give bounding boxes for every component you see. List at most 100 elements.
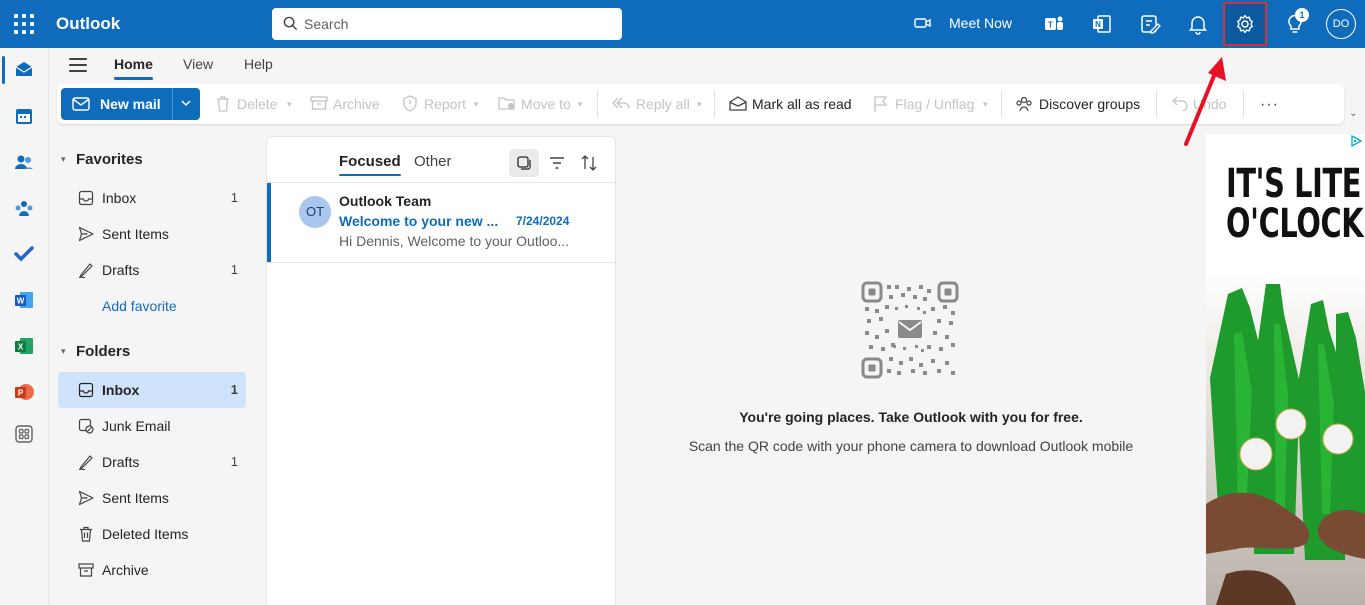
more-options-button[interactable]: ··· xyxy=(1260,96,1279,114)
folder-junk-email[interactable]: Junk Email xyxy=(58,408,246,444)
pencil-icon xyxy=(79,455,93,470)
send-icon xyxy=(78,490,94,506)
settings-button[interactable] xyxy=(1223,2,1267,46)
notification-badge: 1 xyxy=(1295,8,1309,22)
hamburger-menu-icon[interactable] xyxy=(69,58,87,72)
favorite-sent-items[interactable]: Sent Items xyxy=(58,216,246,252)
tab-view[interactable]: View xyxy=(183,56,213,72)
selected-indicator xyxy=(267,183,271,262)
unread-count: 1 xyxy=(230,382,238,397)
folder-drafts[interactable]: Drafts 1 xyxy=(58,444,246,480)
pencil-icon xyxy=(79,263,93,278)
shield-report-icon xyxy=(403,95,417,112)
message-date: 7/24/2024 xyxy=(516,214,570,228)
teams-icon[interactable]: T xyxy=(1042,12,1066,36)
favorite-inbox[interactable]: Inbox 1 xyxy=(58,180,246,216)
onenote-icon[interactable]: N xyxy=(1090,12,1114,36)
trash-icon xyxy=(217,96,229,112)
tab-other[interactable]: Other xyxy=(414,153,452,170)
trash-icon xyxy=(80,526,92,542)
sender-avatar: OT xyxy=(299,196,331,228)
move-to-label: Move to xyxy=(521,96,571,112)
inbox-icon xyxy=(78,190,94,206)
chevron-down-icon[interactable] xyxy=(179,96,193,110)
new-mail-button[interactable]: New mail xyxy=(61,88,200,120)
folders-header[interactable]: ▾ Folders xyxy=(61,343,130,360)
select-checkbox-icon xyxy=(517,156,531,170)
notification-bell-icon[interactable] xyxy=(1186,12,1210,36)
video-camera-icon xyxy=(914,18,931,28)
folder-inbox[interactable]: Inbox 1 xyxy=(58,372,246,408)
word-icon[interactable]: W xyxy=(13,289,35,311)
folder-archive[interactable]: Archive xyxy=(58,552,246,588)
sort-button[interactable] xyxy=(574,149,604,177)
select-mode-button[interactable] xyxy=(509,149,539,177)
tab-focused[interactable]: Focused xyxy=(339,153,401,176)
filter-button[interactable] xyxy=(542,149,572,177)
folder-label: Drafts xyxy=(102,454,140,470)
qr-code-image xyxy=(861,281,959,379)
search-input[interactable]: Search xyxy=(272,8,622,40)
message-subject: Welcome to your new ... xyxy=(339,213,499,229)
folder-pane: ▾ Favorites Inbox 1 Sent Items Drafts 1 A… xyxy=(49,136,256,605)
account-avatar[interactable]: DO xyxy=(1326,9,1356,39)
favorites-header[interactable]: ▾ Favorites xyxy=(61,151,143,168)
svg-text:N: N xyxy=(1095,20,1101,29)
flag-icon xyxy=(874,96,888,112)
app-launcher-icon[interactable] xyxy=(14,14,34,34)
sort-arrows-icon xyxy=(581,155,597,171)
ribbon-expand-chevron-icon[interactable]: ⌄ xyxy=(1349,108,1357,119)
reply-all-label: Reply all xyxy=(636,96,690,112)
ad-headline: IT'S LITE O'CLOCK xyxy=(1226,161,1364,247)
chevron-down-icon: ▾ xyxy=(61,346,66,356)
svg-text:W: W xyxy=(17,297,25,306)
discover-groups-label: Discover groups xyxy=(1039,96,1141,112)
ribbon-toolbar: New mail Delete ▾ Archive Report ▾ Move … xyxy=(57,84,1344,124)
people-icon[interactable] xyxy=(13,151,35,173)
archive-icon xyxy=(78,563,94,577)
folder-deleted-items[interactable]: Deleted Items xyxy=(58,516,246,552)
ribbon-tabs: Home View Help xyxy=(49,48,1365,82)
delete-label: Delete xyxy=(237,96,278,112)
todo-icon[interactable] xyxy=(13,243,35,265)
more-apps-icon[interactable] xyxy=(13,423,35,445)
folder-label: Junk Email xyxy=(102,418,171,434)
message-list: Focused Other OT Outlook Team Welcome to… xyxy=(266,136,616,605)
mail-icon[interactable] xyxy=(13,58,35,80)
svg-text:T: T xyxy=(1048,21,1053,30)
search-placeholder: Search xyxy=(304,16,349,32)
top-bar: Outlook Search Meet Now T N 1 DO xyxy=(0,0,1365,48)
folder-label: Archive xyxy=(102,562,149,578)
envelope-icon xyxy=(72,97,90,111)
annotation-arrow xyxy=(1184,57,1226,146)
message-preview: Hi Dennis, Welcome to your Outloo... xyxy=(339,233,570,249)
todo-edit-icon[interactable] xyxy=(1138,12,1162,36)
advertisement[interactable]: IT'S LITE O'CLOCK xyxy=(1206,134,1365,605)
search-icon xyxy=(283,16,298,31)
inbox-icon xyxy=(78,382,94,398)
ad-choices-icon[interactable] xyxy=(1350,135,1362,147)
archive-label: Archive xyxy=(333,96,380,112)
app-title[interactable]: Outlook xyxy=(56,14,120,34)
filter-icon xyxy=(550,157,564,169)
groups-icon xyxy=(1016,96,1032,112)
message-item[interactable]: OT Outlook Team Welcome to your new ... … xyxy=(267,182,615,263)
chevron-down-icon: ▾ xyxy=(61,154,66,164)
favorite-drafts[interactable]: Drafts 1 xyxy=(58,252,246,288)
tab-help[interactable]: Help xyxy=(244,56,273,72)
powerpoint-icon[interactable]: P xyxy=(13,381,35,403)
folder-sent-items[interactable]: Sent Items xyxy=(58,480,246,516)
meet-now-label: Meet Now xyxy=(949,15,1013,31)
archive-icon xyxy=(310,96,328,110)
folder-label: Inbox xyxy=(102,190,137,206)
svg-text:P: P xyxy=(18,389,24,398)
tab-home[interactable]: Home xyxy=(114,56,153,80)
unread-count: 1 xyxy=(230,190,238,205)
mobile-promo-subtext: Scan the QR code with your phone camera … xyxy=(688,438,1134,454)
calendar-icon[interactable] xyxy=(13,105,35,127)
mark-all-read-label: Mark all as read xyxy=(752,96,852,112)
excel-icon[interactable]: X xyxy=(13,335,35,357)
reply-all-icon xyxy=(612,97,630,109)
add-favorite-link[interactable]: Add favorite xyxy=(102,298,177,314)
groups-icon[interactable] xyxy=(13,197,35,219)
